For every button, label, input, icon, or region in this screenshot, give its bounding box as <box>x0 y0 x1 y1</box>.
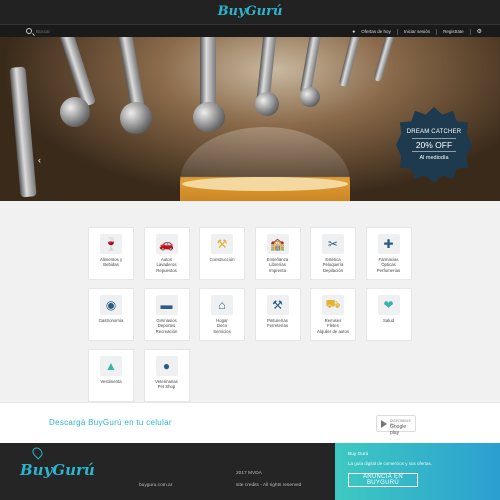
offers-link[interactable]: Ofertas de hoy <box>361 29 391 34</box>
category-label: Remises Fletes Alquiler de autos <box>316 318 349 334</box>
top-header: BuyGurú <box>0 0 500 24</box>
register-link[interactable]: Registrate <box>443 29 464 34</box>
category-label: Gastronomía <box>98 318 124 323</box>
car-icon: 🚗 <box>155 234 178 254</box>
store-name: Google play <box>390 424 407 436</box>
footer-year: 2017 MVDA <box>236 471 262 476</box>
gear-icon[interactable]: ⚙ <box>477 28 482 35</box>
category-tile[interactable]: ❤ Salud <box>365 288 412 341</box>
nav-links: ● Ofertas de hoy Iniciar sesión Registra… <box>352 27 482 36</box>
category-tile[interactable]: ⚒ Pinturerías Ferreterías <box>254 288 301 341</box>
search-input[interactable] <box>36 26 186 36</box>
login-link[interactable]: Iniciar sesión <box>404 29 430 34</box>
construction-icon: ⚒ <box>211 234 233 254</box>
download-banner: Descargá BuyGurú en tu celular DISPONIBL… <box>0 402 500 443</box>
badge-discount: 20% OFF <box>411 138 457 152</box>
category-tile[interactable]: ◉ Gastronomía <box>88 288 134 341</box>
category-label: Gimnasios Deportes Recreación <box>155 318 178 334</box>
school-icon: 🏫 <box>266 234 289 254</box>
pharmacy-cross-icon: ✚ <box>377 234 400 254</box>
category-tile[interactable]: ✂ Estética Peluquería Depilación <box>310 227 356 280</box>
dumbbell-icon: ▬ <box>155 295 178 315</box>
category-label: Salud <box>383 318 394 323</box>
truck-icon: ⛟ <box>322 295 344 315</box>
category-tile[interactable]: 🚗 Autos Lavaderos Repuestos <box>143 227 190 280</box>
category-label: Estética Peluquería Depilación <box>322 257 344 273</box>
footer-credits: site credits - All rights reserved <box>236 483 302 488</box>
site-logo[interactable]: BuyGurú <box>0 4 500 19</box>
category-label: Pinturerías Ferreterías <box>266 318 288 329</box>
badge-subtitle: Al mediodía <box>419 155 449 161</box>
scissors-icon: ✂ <box>322 234 344 254</box>
play-store-icon <box>381 420 387 428</box>
food-drink-icon: 🍷 <box>100 234 122 254</box>
advertise-button[interactable]: ANUNCIÁ EN BUYGURÚ <box>348 473 418 487</box>
cta-brand: Buy Gurú <box>348 452 369 457</box>
beer-foam <box>182 177 348 191</box>
navbar: ● Ofertas de hoy Iniciar sesión Registra… <box>0 24 500 37</box>
search-icon[interactable] <box>26 28 32 34</box>
tools-icon: ⚒ <box>266 295 289 315</box>
category-label: Hogar Deco Servicios <box>213 318 231 334</box>
category-tile[interactable]: ⌂ Hogar Deco Servicios <box>199 288 245 341</box>
divider <box>469 28 471 35</box>
footer-url[interactable]: buyguru.com.ar <box>139 483 172 488</box>
category-tile[interactable]: 🏫 Enseñanza Librerías Imprenta <box>254 227 301 280</box>
tshirt-icon: ▲ <box>100 356 122 376</box>
category-tile[interactable]: ● Veterinarias Pet Shop <box>143 349 190 402</box>
divider <box>436 28 438 35</box>
google-play-button[interactable]: DISPONIBLE EN Google play <box>376 415 416 436</box>
house-icon: ⌂ <box>211 295 233 315</box>
badge-title: DREAM CATCHER <box>406 129 462 135</box>
category-tile[interactable]: ▲ Vestimenta <box>88 349 134 402</box>
category-tile[interactable]: 🍷 Alimentos y Bebidas <box>88 227 134 280</box>
footer-logo[interactable]: BuyGurú <box>20 461 95 479</box>
chevron-left-icon[interactable]: ‹ <box>38 155 41 165</box>
category-label: Farmacias Ópticas Perfumerías <box>376 257 401 273</box>
hero-banner[interactable]: ‹ › DREAM CATCHER 20% OFF Al mediodía <box>0 37 500 201</box>
heart-health-icon: ❤ <box>377 295 400 315</box>
cta-tagline: La guía digital de comercios y sus ofert… <box>348 461 433 466</box>
paw-icon: ● <box>155 356 178 376</box>
dish-icon: ◉ <box>100 295 122 315</box>
divider <box>396 28 398 35</box>
location-pin-icon <box>30 445 45 460</box>
footer: BuyGurú buyguru.com.ar 2017 MVDA site cr… <box>0 443 335 500</box>
category-label: Autos Lavaderos Repuestos <box>156 257 177 273</box>
advertise-panel: Buy Gurú La guía digital de comercios y … <box>335 443 500 500</box>
category-label: Alimentos y Bebidas <box>99 257 123 268</box>
category-label: Enseñanza Librerías Imprenta <box>266 257 289 273</box>
user-icon: ● <box>352 28 356 35</box>
category-label: Construcción <box>209 257 235 262</box>
category-label: Vestimenta <box>100 379 122 384</box>
download-text: Descargá BuyGurú en tu celular <box>49 418 172 427</box>
category-label: Veterinarias Pet Shop <box>155 379 178 390</box>
category-tile[interactable]: ⛟ Remises Fletes Alquiler de autos <box>310 288 356 341</box>
category-tile[interactable]: ⚒ Construcción <box>199 227 245 280</box>
category-tile[interactable]: ✚ Farmacias Ópticas Perfumerías <box>365 227 412 280</box>
category-tile[interactable]: ▬ Gimnasios Deportes Recreación <box>143 288 190 341</box>
